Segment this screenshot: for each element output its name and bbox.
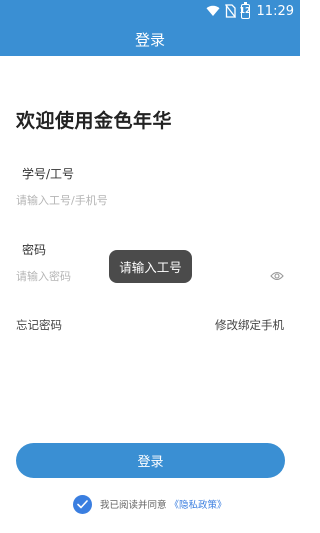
wifi-icon bbox=[206, 5, 220, 17]
eye-icon[interactable] bbox=[270, 270, 284, 282]
forgot-password-link[interactable]: 忘记密码 bbox=[16, 317, 62, 333]
password-field-label: 密码 bbox=[22, 243, 47, 257]
no-sim-icon bbox=[224, 4, 236, 18]
id-field-label: 学号/工号 bbox=[22, 167, 75, 181]
check-icon bbox=[77, 499, 88, 508]
battery-icon: 12 bbox=[239, 1, 251, 19]
privacy-policy-link[interactable]: 《隐私政策》 bbox=[170, 500, 227, 511]
battery-level: 12 bbox=[239, 6, 251, 15]
toast-message: 请输入工号 bbox=[109, 250, 192, 283]
change-phone-link[interactable]: 修改绑定手机 bbox=[215, 317, 284, 333]
page-title: 登录 bbox=[0, 22, 300, 56]
status-time: 11:29 bbox=[256, 3, 294, 19]
login-button[interactable]: 登录 bbox=[16, 443, 285, 478]
agreement-text: 我已阅读并同意 bbox=[100, 500, 167, 511]
welcome-heading: 欢迎使用金色年华 bbox=[16, 110, 173, 132]
id-input[interactable] bbox=[16, 189, 286, 211]
agreement-checkbox[interactable] bbox=[73, 494, 92, 514]
agreement-row: 我已阅读并同意 《隐私政策》 bbox=[73, 494, 227, 514]
status-bar: 12 11:29 bbox=[0, 0, 300, 22]
